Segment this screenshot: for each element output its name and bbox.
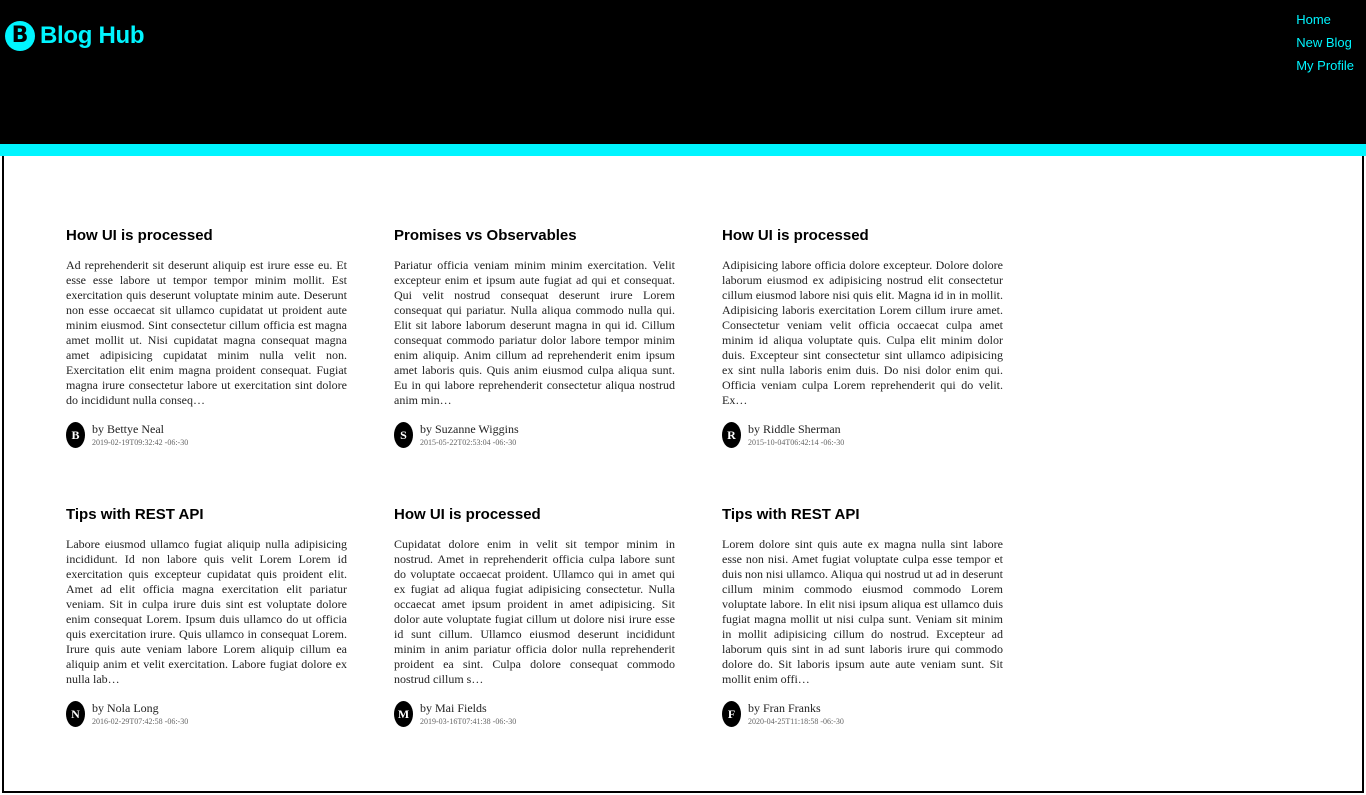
blog-card[interactable]: Tips with REST API Lorem dolore sint qui… [722,505,1003,742]
post-date: 2019-03-16T07:41:38 -06:-30 [420,717,517,726]
main-nav: Home New Blog My Profile [1296,11,1354,75]
nav-link-new-blog[interactable]: New Blog [1296,34,1354,52]
blog-card-title[interactable]: How UI is processed [722,226,1003,246]
blog-card-excerpt: Ad reprehenderit sit deserunt aliquip es… [66,258,347,407]
author-name: by Nola Long [92,701,159,715]
blog-card-excerpt: Adipisicing labore officia dolore except… [722,258,1003,407]
brand-name: Blog Hub [40,22,145,49]
author-name: by Riddle Sherman [748,422,841,436]
author-avatar: B [66,422,85,448]
nav-link-home[interactable]: Home [1296,11,1354,29]
author-avatar: M [394,701,413,727]
blog-card-excerpt: Labore eiusmod ullamco fugiat aliquip nu… [66,537,347,686]
blog-list-container: How UI is processed Ad reprehenderit sit… [2,156,1364,793]
author-avatar: F [722,701,741,727]
author-info: by Nola Long 2016-02-29T07:42:58 -06:-30 [92,701,188,729]
author-avatar: S [394,422,413,448]
blog-card-title[interactable]: Tips with REST API [722,505,1003,525]
blog-card-title[interactable]: Tips with REST API [66,505,347,525]
blog-card[interactable]: How UI is processed Cupidatat dolore eni… [394,505,675,742]
blog-card-author: M by Mai Fields 2019-03-16T07:41:38 -06:… [394,701,516,729]
post-date: 2019-02-19T09:32:42 -06:-30 [92,438,189,447]
top-header: B Blog Hub Home New Blog My Profile [0,0,1366,144]
blog-card-title[interactable]: How UI is processed [66,226,347,246]
brand-b-icon: B [5,21,35,51]
author-info: by Fran Franks 2020-04-25T11:18:58 -06:-… [748,701,844,729]
blog-card-grid: How UI is processed Ad reprehenderit sit… [66,226,1003,742]
post-date: 2020-04-25T11:18:58 -06:-30 [748,717,844,726]
blog-card-excerpt: Lorem dolore sint quis aute ex magna nul… [722,537,1003,686]
author-info: by Bettye Neal 2019-02-19T09:32:42 -06:-… [92,422,188,450]
blog-card-excerpt: Pariatur officia veniam minim minim exer… [394,258,675,407]
blog-card-excerpt: Cupidatat dolore enim in velit sit tempo… [394,537,675,686]
blog-card-title[interactable]: Promises vs Observables [394,226,675,246]
author-name: by Suzanne Wiggins [420,422,519,436]
author-avatar: R [722,422,741,448]
author-name: by Mai Fields [420,701,487,715]
blog-card[interactable]: How UI is processed Adipisicing labore o… [722,226,1003,463]
author-info: by Riddle Sherman 2015-10-04T06:42:14 -0… [748,422,844,450]
post-date: 2015-10-04T06:42:14 -06:-30 [748,438,845,447]
blog-card-author: F by Fran Franks 2020-04-25T11:18:58 -06… [722,701,844,729]
post-date: 2015-05-22T02:53:04 -06:-30 [420,438,517,447]
author-info: by Suzanne Wiggins 2015-05-22T02:53:04 -… [420,422,519,450]
blog-card-author: S by Suzanne Wiggins 2015-05-22T02:53:04… [394,422,519,450]
blog-card[interactable]: Tips with REST API Labore eiusmod ullamc… [66,505,347,742]
author-name: by Fran Franks [748,701,821,715]
accent-divider [0,144,1366,156]
post-date: 2016-02-29T07:42:58 -06:-30 [92,717,189,726]
author-name: by Bettye Neal [92,422,164,436]
blog-card-author: B by Bettye Neal 2019-02-19T09:32:42 -06… [66,422,188,450]
brand-logo-link[interactable]: B Blog Hub [5,21,145,51]
blog-card[interactable]: Promises vs Observables Pariatur officia… [394,226,675,463]
author-avatar: N [66,701,85,727]
nav-link-my-profile[interactable]: My Profile [1296,57,1354,75]
blog-card-author: N by Nola Long 2016-02-29T07:42:58 -06:-… [66,701,188,729]
blog-card[interactable]: How UI is processed Ad reprehenderit sit… [66,226,347,463]
blog-card-author: R by Riddle Sherman 2015-10-04T06:42:14 … [722,422,844,450]
author-info: by Mai Fields 2019-03-16T07:41:38 -06:-3… [420,701,516,729]
blog-card-title[interactable]: How UI is processed [394,505,675,525]
